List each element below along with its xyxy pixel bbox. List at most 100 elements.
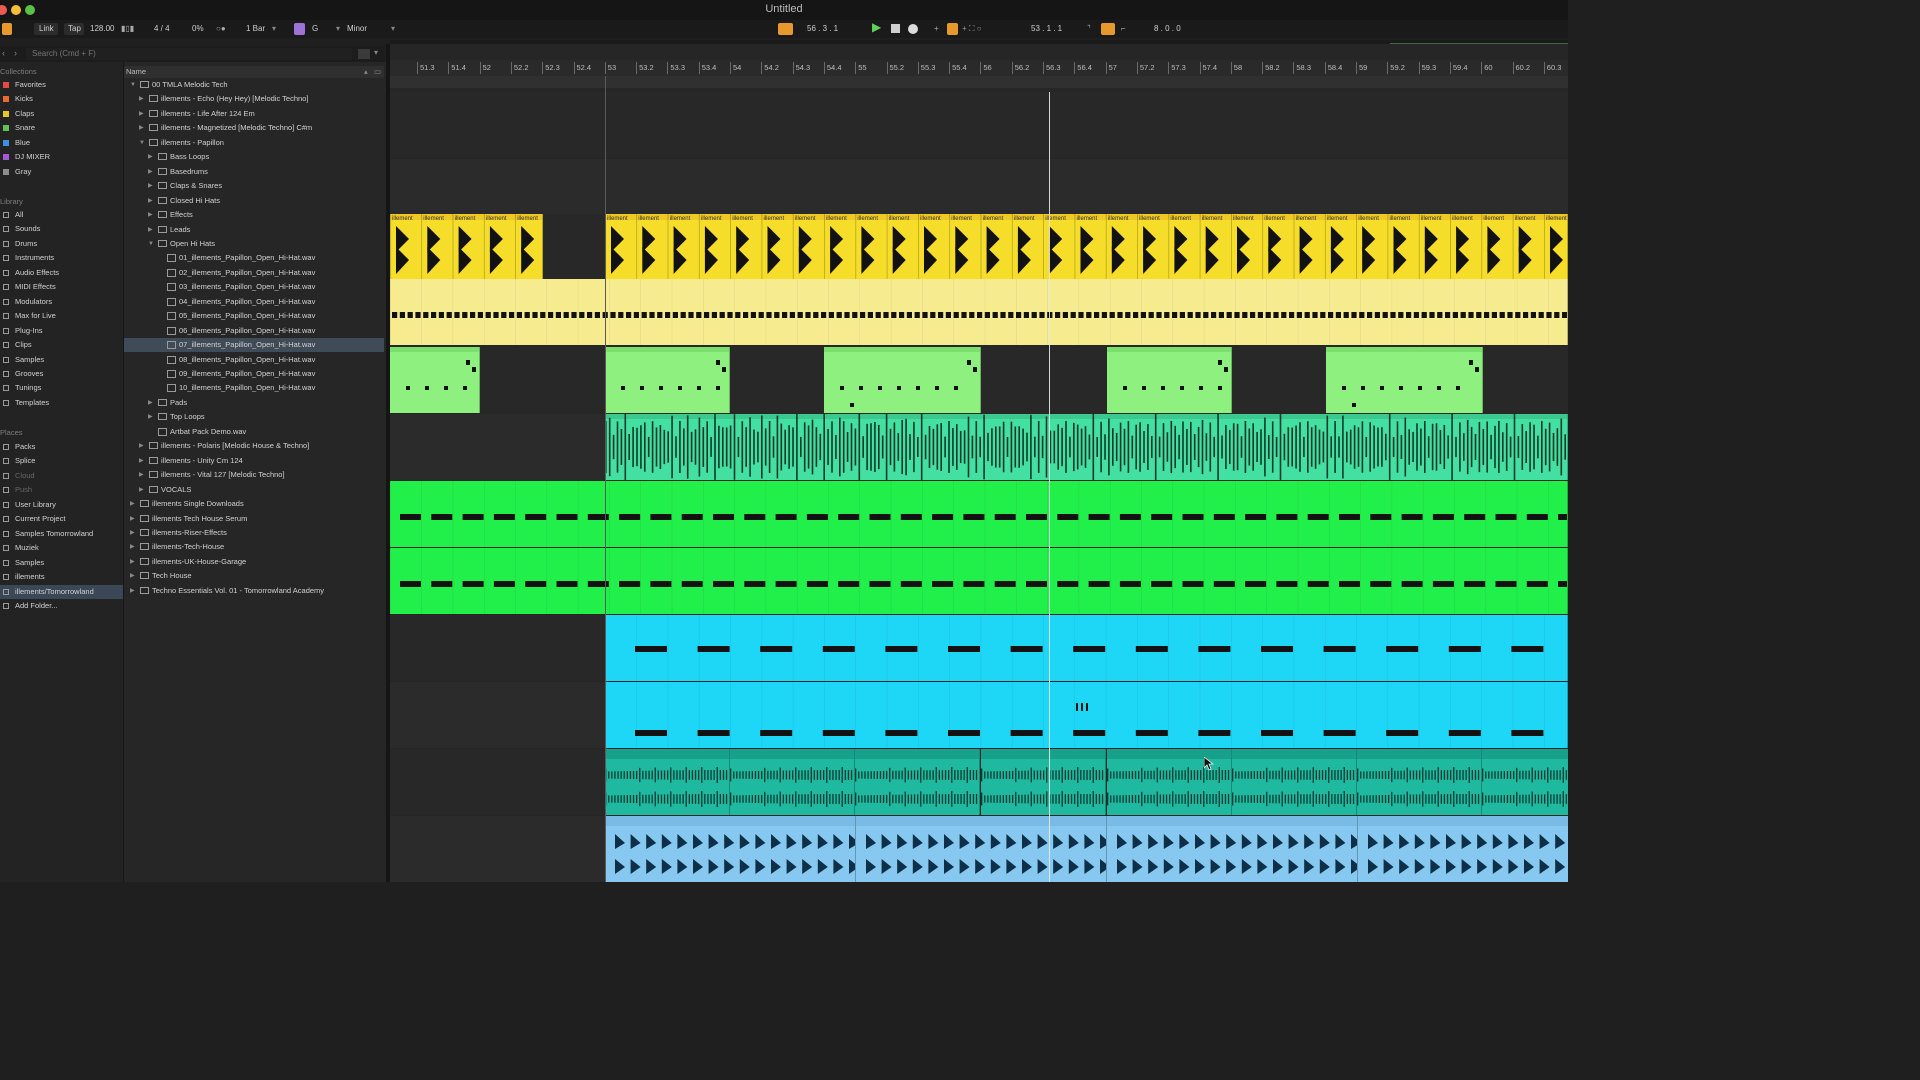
- audio-clip[interactable]: [605, 682, 1568, 748]
- browser-row[interactable]: ▶ illements - Magnetized [Melodic Techno]…: [124, 121, 384, 135]
- chevron-right-icon[interactable]: ▶: [130, 584, 135, 598]
- browser-row[interactable]: ▶ illements - Life After 124 Em: [124, 107, 384, 121]
- place-item[interactable]: Packs: [0, 440, 123, 454]
- track-lane[interactable]: [390, 615, 1568, 681]
- filter-icon[interactable]: [358, 49, 370, 59]
- chevron-right-icon[interactable]: ▶: [148, 223, 153, 237]
- chevron-right-icon[interactable]: ▶: [139, 107, 144, 121]
- automation-arm-button[interactable]: [947, 23, 958, 35]
- library-item[interactable]: Tunings: [0, 381, 123, 395]
- audio-clip[interactable]: [1326, 347, 1483, 413]
- audio-clip[interactable]: illements_VTL_Ride_Loop_127: [605, 816, 856, 882]
- library-item[interactable]: Samples: [0, 353, 123, 367]
- browser-row[interactable]: ▶ Closed Hi Hats: [124, 194, 384, 208]
- audio-clip[interactable]: illement illement illement illement illement: [390, 214, 543, 280]
- audio-clip[interactable]: illements_MND_Top_Loop_127: [981, 749, 1106, 815]
- browser-row[interactable]: ▶ Basedrums: [124, 165, 384, 179]
- follow-button[interactable]: [778, 23, 793, 35]
- library-item[interactable]: Drums: [0, 237, 123, 251]
- track-lane[interactable]: [390, 92, 1568, 158]
- chevron-down-icon[interactable]: ▼: [148, 237, 154, 251]
- library-item[interactable]: Plug-Ins: [0, 324, 123, 338]
- chevron-right-icon[interactable]: ▶: [148, 179, 153, 193]
- browser-row[interactable]: Artbat Pack Demo.wav: [124, 425, 384, 439]
- chevron-right-icon[interactable]: ▶: [139, 121, 144, 135]
- audio-clip[interactable]: [390, 347, 480, 413]
- place-item[interactable]: Splice: [0, 454, 123, 468]
- browser-row[interactable]: 01_illements_Papillon_Open_Hi-Hat.wav: [124, 251, 384, 265]
- browser-row[interactable]: ▶ illements-Tech-House: [124, 540, 384, 554]
- track-lane[interactable]: [390, 548, 1568, 614]
- scale-mode-button[interactable]: [294, 23, 305, 35]
- browser-name-column-header[interactable]: Name ▴ ▭: [124, 66, 384, 78]
- metronome-icon[interactable]: ▮▯▮: [121, 23, 134, 35]
- track-lane[interactable]: [390, 159, 1568, 214]
- overdub-icon[interactable]: +: [934, 23, 939, 35]
- record-mode-icon[interactable]: ○●: [216, 23, 226, 35]
- collection-item[interactable]: Gray: [0, 165, 123, 179]
- audio-clip[interactable]: [390, 481, 1568, 547]
- collection-item[interactable]: Blue: [0, 136, 123, 150]
- browser-row[interactable]: ▶ illements-UK-House-Garage: [124, 555, 384, 569]
- browser-row[interactable]: ▶ Techno Essentials Vol. 01 - Tomorrowlan…: [124, 584, 384, 598]
- loop-start-field[interactable]: 53 . 1 . 1: [1031, 23, 1062, 35]
- place-item[interactable]: Current Project: [0, 512, 123, 526]
- audio-clip[interactable]: illements_VTL_Ride_Loop_127: [1358, 816, 1568, 882]
- browser-row[interactable]: 10_illements_Papillon_Open_Hi-Hat.wav: [124, 381, 384, 395]
- audio-clip[interactable]: [605, 347, 730, 413]
- audio-clip[interactable]: [824, 347, 981, 413]
- library-item[interactable]: Max for Live: [0, 309, 123, 323]
- quantize-select[interactable]: 1 Bar: [246, 23, 265, 35]
- browser-row[interactable]: 05_illements_Papillon_Open_Hi-Hat.wav: [124, 309, 384, 323]
- chevron-right-icon[interactable]: ▶: [139, 439, 144, 453]
- place-item[interactable]: Muziek: [0, 541, 123, 555]
- loop-length-field[interactable]: 8 . 0 . 0: [1154, 23, 1181, 35]
- audio-clip[interactable]: illements_MND_Top_Loop_127: [1357, 749, 1482, 815]
- arrangement-view-toggle[interactable]: [2, 23, 12, 35]
- place-item[interactable]: Add Folder...: [0, 599, 123, 613]
- place-item[interactable]: Samples Tomorrowland: [0, 527, 123, 541]
- track-lane[interactable]: [390, 414, 1568, 480]
- chevron-right-icon[interactable]: ▶: [148, 410, 153, 424]
- groove-amount-field[interactable]: 0%: [192, 23, 204, 35]
- sort-icon[interactable]: ▴: [364, 66, 368, 78]
- audio-clip[interactable]: [1107, 347, 1232, 413]
- track-lane[interactable]: [390, 481, 1568, 547]
- track-lane[interactable]: illements_MND_Top_Loop_127 illements_MND_…: [390, 749, 1568, 815]
- chevron-right-icon[interactable]: ▶: [148, 396, 153, 410]
- chevron-right-icon[interactable]: ▶: [148, 165, 153, 179]
- place-item[interactable]: Cloud: [0, 469, 123, 483]
- browser-row[interactable]: 04_illements_Papillon_Open_Hi-Hat.wav: [124, 295, 384, 309]
- track-lane[interactable]: illements_VTL_Ride_Loop_127illements_VTL…: [390, 816, 1568, 882]
- punch-in-icon[interactable]: ⌝: [1087, 23, 1091, 35]
- back-arrow-icon[interactable]: ‹: [2, 48, 5, 58]
- chevron-right-icon[interactable]: ▶: [130, 512, 135, 526]
- library-item[interactable]: Sounds: [0, 222, 123, 236]
- library-item[interactable]: Clips: [0, 338, 123, 352]
- audio-clip[interactable]: [605, 414, 1568, 480]
- audio-clip[interactable]: illement illement illement illement illement…: [605, 214, 1568, 280]
- search-input[interactable]: [26, 48, 352, 60]
- arrangement-view[interactable]: 51.3 51.4 52 52.2 52.3 52.4 53 53.2 53.3 53.4 54 54…: [390, 44, 1568, 882]
- audio-clip[interactable]: illements_VTL_Ride_Loop_127: [856, 816, 1107, 882]
- place-item[interactable]: illements/Tomorrowland: [0, 584, 123, 599]
- browser-row[interactable]: ▶ Top Loops: [124, 410, 384, 424]
- stop-icon[interactable]: [891, 24, 900, 33]
- chevron-right-icon[interactable]: ▶: [130, 555, 135, 569]
- browser-row[interactable]: ▼ 00 TMLA Melodic Tech: [124, 78, 384, 92]
- playhead[interactable]: [1049, 92, 1050, 882]
- browser-row[interactable]: ▶ illements - Echo (Hey Hey) [Melodic Tec…: [124, 92, 384, 106]
- library-item[interactable]: Modulators: [0, 295, 123, 309]
- chevron-right-icon[interactable]: ▶: [139, 483, 144, 497]
- collection-item[interactable]: Snare: [0, 121, 123, 135]
- browser-row[interactable]: ▶ illements - Unity Cm 124: [124, 454, 384, 468]
- browser-row[interactable]: 03_illements_Papillon_Open_Hi-Hat.wav: [124, 280, 384, 294]
- collapse-icon[interactable]: ▭: [374, 66, 381, 78]
- browser-row[interactable]: 07_illements_Papillon_Open_Hi-Hat.wav: [124, 338, 384, 353]
- chevron-right-icon[interactable]: ▶: [139, 468, 144, 482]
- chevron-right-icon[interactable]: ▶: [148, 208, 153, 222]
- collection-item[interactable]: Kicks: [0, 92, 123, 106]
- browser-row[interactable]: ▶ Leads: [124, 223, 384, 237]
- beat-time-ruler[interactable]: 51.3 51.4 52 52.2 52.3 52.4 53 53.2 53.3 53.4 54 54…: [390, 60, 1568, 76]
- chevron-down-icon[interactable]: ▼: [139, 136, 145, 150]
